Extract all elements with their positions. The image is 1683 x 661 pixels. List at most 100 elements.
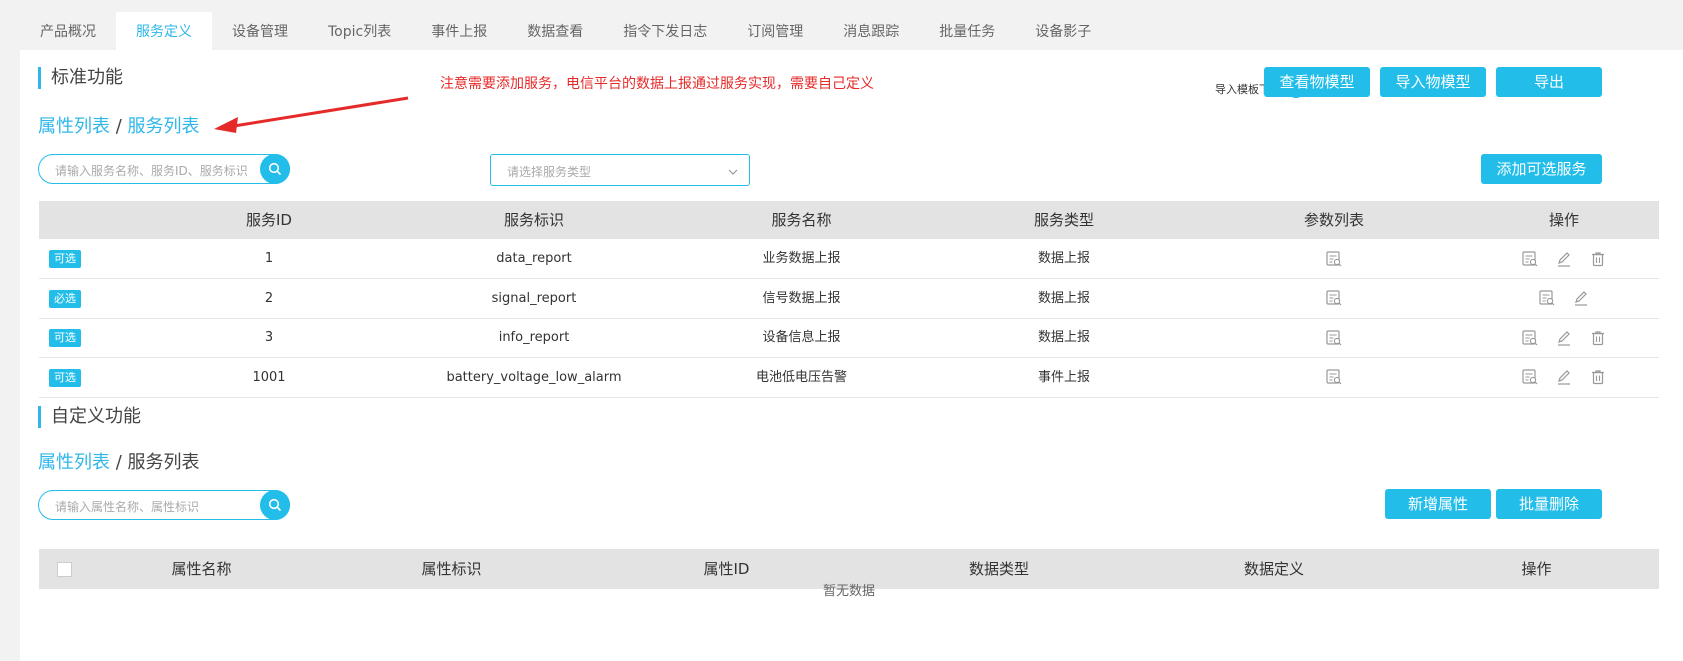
standard-sub-nav: 属性列表 / 服务列表 xyxy=(38,112,200,138)
service-type-cell: 数据上报 xyxy=(1037,330,1090,345)
service-name-cell: 设备信息上报 xyxy=(762,330,841,345)
breadcrumb-separator: / xyxy=(115,452,122,473)
search-icon[interactable] xyxy=(260,490,290,520)
col-param-list: 参数列表 xyxy=(1303,211,1364,229)
service-tag-badge: 必选 xyxy=(49,289,81,308)
tab-7[interactable]: 订阅管理 xyxy=(727,12,823,50)
tag-cell: 必选 xyxy=(39,279,144,318)
service-id-cell: 3 xyxy=(264,330,274,345)
tag-cell: 可选 xyxy=(39,239,144,278)
service-type-cell: 事件上报 xyxy=(1037,369,1090,385)
service-key-cell: signal_report xyxy=(491,290,577,306)
search-icon[interactable] xyxy=(260,154,290,184)
tab-9[interactable]: 批量任务 xyxy=(919,12,1015,50)
custom-service-list-link[interactable]: 服务列表 xyxy=(128,452,200,473)
delete-icon[interactable] xyxy=(1589,250,1607,268)
service-tag-badge: 可选 xyxy=(49,250,81,268)
service-search-placeholder: 请输入服务名称、服务ID、服务标识 xyxy=(55,164,248,178)
service-key-cell: data_report xyxy=(496,251,572,266)
param-list-cell xyxy=(1199,279,1469,318)
empty-state: 暂无数据 xyxy=(822,584,875,599)
service-table-header: 服务ID 服务标识 服务名称 服务类型 参数列表 操作 xyxy=(39,201,1659,239)
service-search-input[interactable]: 请输入服务名称、服务ID、服务标识 xyxy=(38,154,290,184)
view-icon[interactable] xyxy=(1538,289,1556,307)
service-type-cell: 数据上报 xyxy=(1037,251,1090,266)
annotation-arrow xyxy=(214,96,409,133)
tab-6[interactable]: 指令下发日志 xyxy=(603,12,727,50)
breadcrumb-separator: / xyxy=(115,116,122,137)
tab-bar: 产品概况 服务定义 设备管理 Topic列表 事件上报 数据查看 指令下发日志 订阅管理 消息跟… xyxy=(20,12,1683,50)
param-list-view-icon[interactable] xyxy=(1325,368,1343,386)
batch-delete-button[interactable]: 批量删除 xyxy=(1496,489,1602,519)
tab-3[interactable]: Topic列表 xyxy=(308,12,411,50)
service-type-placeholder: 请选择服务类型 xyxy=(507,165,592,179)
tab-2[interactable]: 设备管理 xyxy=(212,12,308,50)
delete-icon[interactable] xyxy=(1589,329,1607,347)
tab-10[interactable]: 设备影子 xyxy=(1015,12,1111,50)
service-type-cell: 数据上报 xyxy=(1037,290,1090,306)
tag-cell: 可选 xyxy=(39,358,144,397)
edit-icon[interactable] xyxy=(1555,329,1573,347)
service-list-link[interactable]: 服务列表 xyxy=(128,116,200,137)
tab-8[interactable]: 消息跟踪 xyxy=(823,12,919,50)
tab-5[interactable]: 数据查看 xyxy=(507,12,603,50)
attribute-list-link[interactable]: 属性列表 xyxy=(38,116,110,137)
col-actions: 操作 xyxy=(1548,211,1579,229)
service-key-cell: info_report xyxy=(498,330,570,345)
actions-cell xyxy=(1469,358,1659,397)
view-icon[interactable] xyxy=(1521,368,1539,386)
tab-0[interactable]: 产品概况 xyxy=(20,12,116,50)
delete-icon[interactable] xyxy=(1589,368,1607,386)
edit-icon[interactable] xyxy=(1572,289,1590,307)
table-row: 必选 2 signal_report 信号数据上报 数据上报 xyxy=(39,279,1659,319)
param-list-cell xyxy=(1199,318,1469,357)
import-model-button[interactable]: 导入物模型 xyxy=(1380,67,1486,97)
service-id-cell: 1001 xyxy=(252,369,286,385)
service-key-cell: battery_voltage_low_alarm xyxy=(446,369,622,385)
custom-sub-nav: 属性列表 / 服务列表 xyxy=(38,448,200,474)
select-all-checkbox[interactable] xyxy=(56,562,72,577)
col-service-type: 服务类型 xyxy=(1033,211,1094,229)
col-service-id: 服务ID xyxy=(246,211,292,229)
add-attribute-button[interactable]: 新增属性 xyxy=(1385,489,1491,519)
view-icon[interactable] xyxy=(1521,329,1539,347)
service-id-cell: 1 xyxy=(264,251,274,266)
edit-icon[interactable] xyxy=(1555,368,1573,386)
service-tag-badge: 可选 xyxy=(49,329,81,347)
tab-1[interactable]: 服务定义 xyxy=(116,12,212,50)
param-list-view-icon[interactable] xyxy=(1325,289,1343,307)
col-service-key: 服务标识 xyxy=(503,211,564,229)
add-optional-service-button[interactable]: 添加可选服务 xyxy=(1481,154,1602,184)
table-row: 可选 1 data_report 业务数据上报 数据上报 xyxy=(39,239,1659,279)
service-id-cell: 2 xyxy=(264,290,274,306)
view-icon[interactable] xyxy=(1521,250,1539,268)
actions-cell xyxy=(1469,279,1659,318)
param-list-cell xyxy=(1199,239,1469,278)
custom-attribute-list-link[interactable]: 属性列表 xyxy=(38,452,110,473)
custom-section-title: 自定义功能 xyxy=(38,406,141,428)
table-row: 可选 3 info_report 设备信息上报 数据上报 xyxy=(39,318,1659,358)
tab-4[interactable]: 事件上报 xyxy=(411,12,507,50)
col-service-name: 服务名称 xyxy=(771,211,832,229)
service-type-select[interactable]: 请选择服务类型 xyxy=(490,154,750,186)
actions-cell xyxy=(1469,318,1659,357)
service-name-cell: 信号数据上报 xyxy=(762,290,841,306)
attribute-search-input[interactable]: 请输入属性名称、属性标识 xyxy=(38,490,290,520)
tag-column-header xyxy=(39,201,144,239)
service-name-cell: 电池低电压告警 xyxy=(755,369,847,385)
edit-icon[interactable] xyxy=(1555,250,1573,268)
param-list-view-icon[interactable] xyxy=(1325,329,1343,347)
attribute-search-placeholder: 请输入属性名称、属性标识 xyxy=(55,500,200,514)
table-row: 可选 1001 battery_voltage_low_alarm 电池低电压告警 事件… xyxy=(39,358,1659,398)
param-list-view-icon[interactable] xyxy=(1325,250,1343,268)
export-button[interactable]: 导出 xyxy=(1496,67,1602,97)
chevron-down-icon xyxy=(727,163,739,182)
annotation-note: 注意需要添加服务，电信平台的数据上报通过服务实现，需要自己定义 xyxy=(440,76,874,92)
tag-cell: 可选 xyxy=(39,318,144,357)
actions-cell xyxy=(1469,239,1659,278)
view-model-button[interactable]: 查看物模型 xyxy=(1264,67,1370,97)
service-tag-badge: 可选 xyxy=(49,368,81,387)
service-name-cell: 业务数据上报 xyxy=(762,251,841,266)
param-list-cell xyxy=(1199,358,1469,397)
standard-section-title: 标准功能 xyxy=(38,67,123,89)
